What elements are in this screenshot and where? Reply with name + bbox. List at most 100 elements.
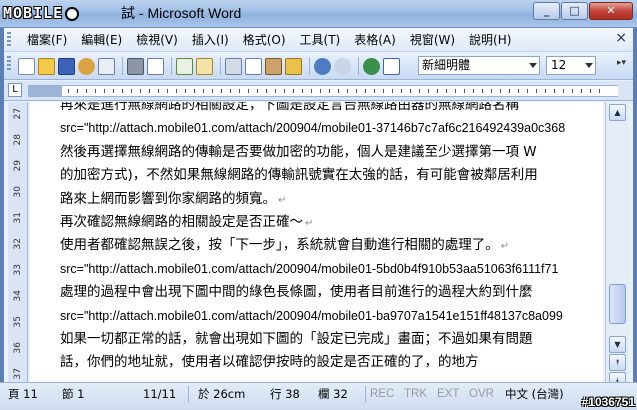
menu-item[interactable]: 檢視(V): [129, 32, 185, 48]
ruler-tick: [221, 89, 222, 93]
previous-page-button[interactable]: ⯭: [609, 354, 626, 371]
ruler-tick: [410, 89, 411, 93]
ruler-tick: [455, 89, 456, 93]
redo-icon[interactable]: [334, 57, 351, 75]
copy-icon[interactable]: [245, 57, 262, 75]
close-icon: ✕: [606, 4, 616, 17]
document-line-text: 路來上網而影響到你家網路的頻寬。: [60, 190, 276, 207]
ruler-tick: [500, 89, 501, 93]
ruler-tick: [275, 89, 276, 93]
ruler-tick: [185, 89, 186, 93]
ruler-tick: [473, 89, 474, 93]
document-line-text: 如果一切都正常的話，就會出現如下圖的「設定已完成」畫面；不過如果有問題: [60, 331, 533, 347]
save-icon[interactable]: [58, 57, 75, 75]
ruler-tick: [590, 89, 591, 93]
document-line-text: 的加密方式)，不然如果無線網路的傳輸訊號實在太強的話，有可能會被鄰居利用: [60, 167, 538, 184]
document-line-text: src="http://attach.mobile01.com/attach/2…: [60, 261, 559, 276]
vertical-scrollbar[interactable]: ▲ ▼ ⯭ ⯯: [605, 102, 629, 392]
ruler-tick: [104, 89, 105, 93]
tab-stop-selector[interactable]: L: [8, 83, 22, 97]
mobile01-logo: MOBILE: [3, 3, 121, 23]
menu-item[interactable]: 格式(O): [236, 32, 293, 48]
menu-grip-icon[interactable]: [7, 32, 11, 48]
document-close-button[interactable]: ×: [615, 30, 627, 46]
scroll-thumb[interactable]: [609, 284, 626, 324]
cut-icon[interactable]: [225, 57, 242, 75]
document-line: src="http://attach.mobile01.com/attach/2…: [60, 260, 558, 278]
toolbar-separator: [309, 57, 310, 75]
format-painter-icon[interactable]: [285, 57, 302, 75]
ruler-tick: [257, 89, 258, 93]
ruler-tick: [329, 89, 330, 93]
toolbar-icons: [18, 57, 403, 75]
ruler-tick: [176, 89, 177, 93]
status-ovr[interactable]: OVR: [469, 387, 494, 401]
menu-item[interactable]: 說明(H): [462, 32, 518, 48]
ruler-tick: [149, 89, 150, 93]
ruler-tick: [131, 89, 132, 93]
print-icon[interactable]: [127, 57, 144, 75]
horizontal-ruler: L: [4, 81, 633, 101]
ruler-tick: [212, 89, 213, 93]
ruler-tick: [383, 89, 384, 93]
ruler-tick: [158, 89, 159, 93]
document-line: 使用者都確認無誤之後，按「下一步」，系統就會自動進行相關的處理了。 ↵: [60, 236, 509, 256]
vertical-ruler-number: 30: [13, 186, 23, 198]
ruler-tick: [527, 89, 528, 93]
ruler-tick: [554, 89, 555, 93]
ruler-tick: [356, 89, 357, 93]
ruler-tick: [248, 89, 249, 93]
status-page: 頁 11: [8, 387, 38, 401]
toolbar-grip-icon[interactable]: [7, 56, 11, 72]
status-ext[interactable]: EXT: [437, 387, 459, 401]
minimize-button[interactable]: _: [533, 2, 560, 20]
ruler-tick: [401, 89, 402, 93]
scroll-down-button[interactable]: ▼: [609, 336, 626, 353]
scroll-up-button[interactable]: ▲: [609, 104, 626, 121]
document-line-text: 使用者都確認無誤之後，按「下一步」，系統就會自動進行相關的處理了。: [60, 237, 499, 254]
research-icon[interactable]: [196, 57, 213, 75]
ruler-tick: [536, 89, 537, 93]
ruler-strip[interactable]: [28, 85, 618, 97]
menu-item[interactable]: 表格(A): [347, 32, 403, 48]
undo-icon[interactable]: [314, 57, 331, 75]
maximize-icon: □: [569, 4, 580, 17]
email-icon[interactable]: [98, 57, 115, 75]
document-line: 話，你們的地址就，使用者以確認伊按時的設定是否正確的了，的地方: [60, 353, 479, 371]
menu-item[interactable]: 編輯(E): [74, 32, 129, 48]
hyperlink-icon[interactable]: [363, 57, 380, 75]
menu-item[interactable]: 插入(I): [185, 32, 236, 48]
new-icon[interactable]: [18, 57, 35, 75]
status-column: 欄 32: [318, 387, 348, 401]
paste-icon[interactable]: [265, 57, 282, 75]
menu-item[interactable]: 視窗(W): [403, 32, 462, 48]
font-name-select[interactable]: 新細明體: [418, 56, 540, 75]
ruler-tick: [545, 89, 546, 93]
document-line: 如果一切都正常的話，就會出現如下圖的「設定已完成」畫面；不過如果有問題: [60, 330, 533, 348]
font-size-select[interactable]: 12: [546, 56, 596, 75]
logo-text: MOBILE: [3, 4, 64, 22]
print-preview-icon[interactable]: [147, 57, 164, 75]
ruler-margin: [28, 86, 62, 96]
menu-item[interactable]: 工具(T): [293, 32, 348, 48]
ruler-tick: [374, 89, 375, 93]
menu-item[interactable]: 檔案(F): [20, 32, 74, 48]
ruler-tick: [122, 89, 123, 93]
status-trk[interactable]: TRK: [404, 387, 427, 401]
document-line-text: 處理的過程中會出現下圖中間的綠色長條圖，使用者目前進行的過程大約到什麼: [60, 284, 533, 301]
document-area[interactable]: 再來是進行無線網路的相關設定，下圖是設定言台無線路由器的無線網路名稱 src="h…: [30, 102, 603, 388]
table-icon[interactable]: [383, 57, 400, 75]
document-line-text: src="http://attach.mobile01.com/attach/2…: [60, 308, 563, 323]
ruler-tick: [581, 89, 582, 93]
open-icon[interactable]: [38, 57, 55, 75]
close-button[interactable]: ✕: [589, 2, 633, 20]
ruler-tick: [392, 89, 393, 93]
paragraph-mark-icon: ↵: [305, 218, 314, 229]
spelling-icon[interactable]: [176, 57, 193, 75]
status-rec[interactable]: REC: [370, 387, 394, 401]
ruler-tick: [320, 89, 321, 93]
status-divider: [365, 386, 366, 402]
maximize-button[interactable]: □: [561, 2, 588, 20]
toolbar-options-icon[interactable]: ▸▾: [617, 58, 627, 74]
permission-icon[interactable]: [78, 57, 95, 75]
